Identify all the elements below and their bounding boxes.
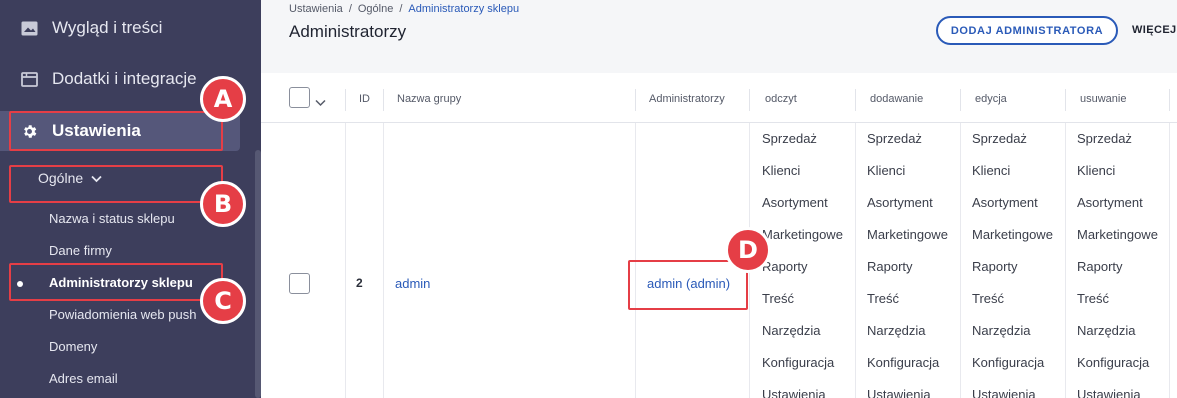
sidebar-item-appearance[interactable]: Wygląd i treści	[0, 12, 240, 44]
permission-read-item: Sprzedaż	[762, 131, 817, 146]
column-divider	[749, 89, 750, 111]
permission-edit-item: Treść	[972, 291, 1005, 306]
breadcrumb-separator: /	[399, 3, 403, 15]
column-delete: usuwanie	[1080, 93, 1127, 105]
permission-add-item: Klienci	[867, 163, 906, 178]
row-id: 2	[356, 276, 363, 290]
group-name-link[interactable]: admin	[395, 276, 430, 291]
chevron-down-icon[interactable]	[315, 94, 326, 112]
select-all-checkbox[interactable]	[289, 87, 310, 108]
column-edit: edycja	[975, 93, 1007, 105]
permission-delete-item: Treść	[1077, 291, 1110, 306]
column-line	[383, 123, 384, 398]
permission-read-item: Asortyment	[762, 195, 828, 210]
column-divider	[635, 89, 636, 111]
permission-delete-item: Asortyment	[1077, 195, 1143, 210]
permission-delete-item: Narzędzia	[1077, 323, 1136, 338]
permission-edit-item: Klienci	[972, 163, 1011, 178]
sidebar-item-label: Dodatki i integracje	[52, 69, 197, 88]
permission-read-item: Narzędzia	[762, 323, 821, 338]
permission-read-item: Raporty	[762, 259, 808, 274]
annotation-box-b	[9, 165, 223, 203]
permission-edit-item: Asortyment	[972, 195, 1038, 210]
breadcrumb-separator: /	[348, 3, 352, 15]
table-header: ID Nazwa grupy Administratorzy odczyt do…	[261, 73, 1177, 123]
breadcrumb: Ustawienia / Ogólne / Administratorzy sk…	[289, 3, 519, 15]
column-line	[1065, 123, 1066, 398]
more-button[interactable]: WIĘCEJ	[1132, 24, 1177, 36]
permission-add-item: Raporty	[867, 259, 913, 274]
annotation-badge-b: B	[200, 181, 246, 227]
main-content: Ustawienia / Ogólne / Administratorzy sk…	[261, 0, 1177, 398]
column-admins[interactable]: Administratorzy	[649, 93, 725, 105]
permission-edit-item: Narzędzia	[972, 323, 1031, 338]
permission-add-item: Narzędzia	[867, 323, 926, 338]
permission-add-item: Sprzedaż	[867, 131, 922, 146]
permission-add-item: Marketingowe	[867, 227, 948, 242]
subitem-company-data[interactable]: Dane firmy	[49, 243, 112, 258]
permission-delete-item: Marketingowe	[1077, 227, 1158, 242]
annotation-badge-d: D	[725, 227, 771, 273]
admins-table: ID Nazwa grupy Administratorzy odczyt do…	[261, 73, 1177, 398]
subitem-web-push[interactable]: Powiadomienia web push	[49, 307, 196, 322]
column-add: dodawanie	[870, 93, 924, 105]
permission-add-item: Ustawienia	[867, 387, 931, 398]
column-divider	[383, 89, 384, 111]
page-title: Administratorzy	[289, 22, 407, 41]
permission-read-item: Marketingowe	[762, 227, 843, 242]
subitem-email[interactable]: Adres email	[49, 371, 118, 386]
row-checkbox[interactable]	[289, 273, 310, 294]
breadcrumb-general[interactable]: Ogólne	[358, 3, 393, 15]
column-divider	[960, 89, 961, 111]
permission-add-item: Konfiguracja	[867, 355, 940, 370]
column-divider	[1169, 89, 1170, 111]
permission-edit-item: Sprzedaż	[972, 131, 1027, 146]
permission-delete-item: Konfiguracja	[1077, 355, 1150, 370]
annotation-badge-c: C	[200, 278, 246, 324]
permission-edit-item: Marketingowe	[972, 227, 1053, 242]
annotation-box-a	[9, 111, 223, 151]
column-line	[1169, 123, 1170, 398]
column-divider	[1065, 89, 1066, 111]
permission-delete-item: Ustawienia	[1077, 387, 1141, 398]
column-read: odczyt	[765, 93, 797, 105]
breadcrumb-current: Administratorzy sklepu	[408, 3, 520, 15]
permission-delete-item: Sprzedaż	[1077, 131, 1132, 146]
column-divider	[855, 89, 856, 111]
permission-read-item: Ustawienia	[762, 387, 826, 398]
permission-read-item: Konfiguracja	[762, 355, 835, 370]
window-icon	[20, 70, 38, 88]
column-id[interactable]: ID	[359, 93, 370, 105]
annotation-box-d	[628, 260, 748, 310]
breadcrumb-settings[interactable]: Ustawienia	[289, 3, 343, 15]
add-admin-button[interactable]: DODAJ ADMINISTRATORA	[936, 16, 1118, 45]
column-group-name[interactable]: Nazwa grupy	[397, 93, 461, 105]
page-header: Ustawienia / Ogólne / Administratorzy sk…	[261, 0, 1177, 73]
annotation-badge-a: A	[200, 76, 246, 122]
permission-add-item: Asortyment	[867, 195, 933, 210]
subitem-domains[interactable]: Domeny	[49, 339, 97, 354]
permission-delete-item: Raporty	[1077, 259, 1123, 274]
column-divider	[345, 89, 346, 111]
subitem-shop-name[interactable]: Nazwa i status sklepu	[49, 211, 175, 226]
permission-edit-item: Raporty	[972, 259, 1018, 274]
column-line	[960, 123, 961, 398]
permission-edit-item: Konfiguracja	[972, 355, 1045, 370]
permission-delete-item: Klienci	[1077, 163, 1116, 178]
image-icon	[20, 19, 38, 37]
column-line	[345, 123, 346, 398]
annotation-box-c	[9, 263, 223, 301]
permission-edit-item: Ustawienia	[972, 387, 1036, 398]
column-line	[855, 123, 856, 398]
permission-read-item: Klienci	[762, 163, 801, 178]
sidebar-item-label: Wygląd i treści	[52, 18, 163, 37]
permission-read-item: Treść	[762, 291, 795, 306]
permission-add-item: Treść	[867, 291, 900, 306]
